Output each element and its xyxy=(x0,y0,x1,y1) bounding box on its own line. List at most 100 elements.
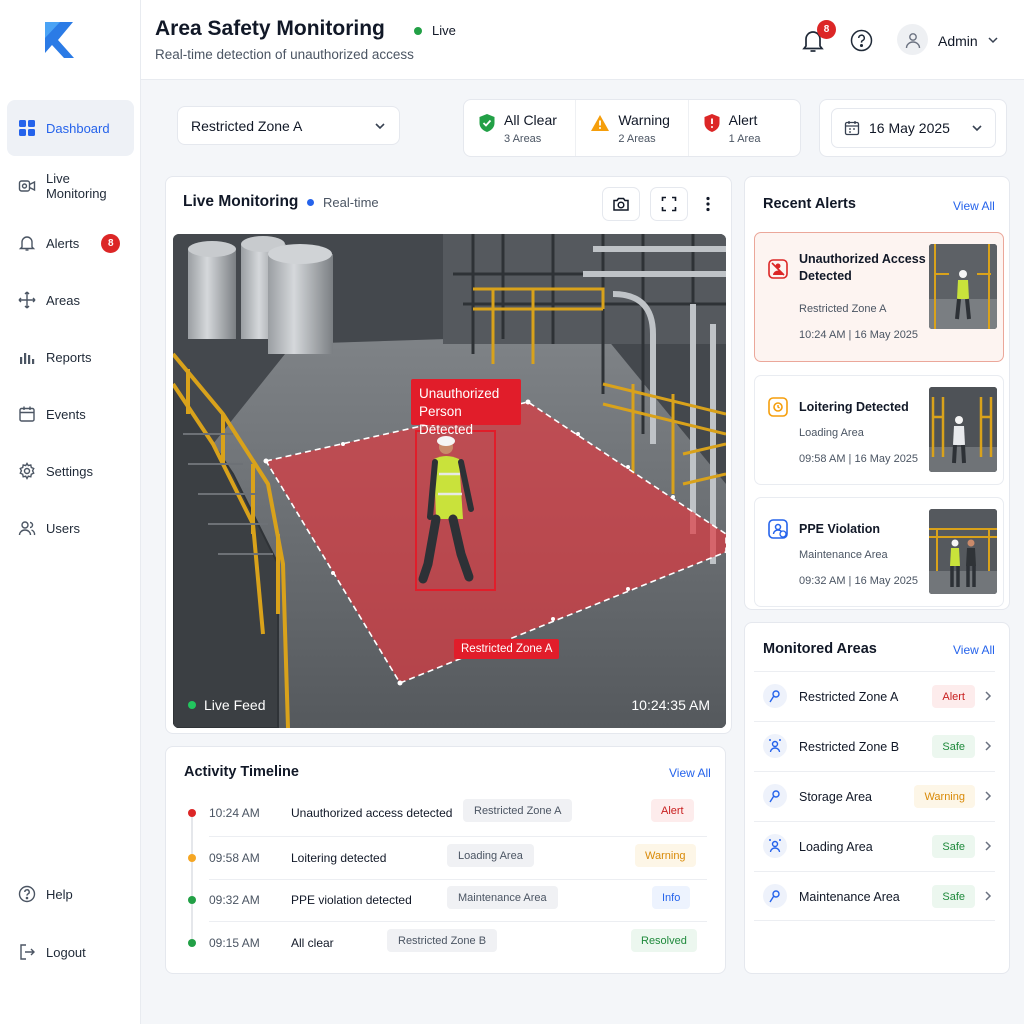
sidebar-item-label: Live Monitoring xyxy=(45,171,107,201)
status-label: Warning xyxy=(618,112,670,128)
chart-icon xyxy=(17,347,37,367)
sidebar-item-users[interactable]: Users xyxy=(7,500,134,556)
timeline-zone-tag: Maintenance Area xyxy=(447,886,558,909)
alerts-view-all-link[interactable]: View All xyxy=(953,199,995,213)
status-alert[interactable]: Alert 1 Area xyxy=(689,100,800,156)
grid-icon xyxy=(17,118,37,138)
timeline-status-badge: Resolved xyxy=(631,929,697,952)
area-name: Restricted Zone B xyxy=(799,740,900,754)
timeline-dot-icon xyxy=(188,854,196,862)
logout-link[interactable]: Logout xyxy=(7,924,134,980)
chevron-down-icon[interactable] xyxy=(987,35,999,45)
realtime-label: Real-time xyxy=(323,195,379,210)
status-count: 3 Areas xyxy=(504,133,542,145)
camera-feed[interactable]: Unauthorized Person Detected Restricted … xyxy=(173,234,726,728)
help-circle-icon xyxy=(17,884,37,904)
status-summary: All Clear 3 Areas Warning 2 Areas Alert 1 A… xyxy=(463,99,801,157)
alert-card[interactable]: Unauthorized Access Detected Restricted … xyxy=(754,232,1004,362)
sidebar-item-dashboard[interactable]: Dashboard xyxy=(7,100,134,156)
snapshot-button[interactable] xyxy=(602,187,640,221)
area-row[interactable]: Maintenance Area Safe xyxy=(754,871,995,921)
notification-count-badge: 8 xyxy=(817,20,836,39)
timeline-event: Loitering detected xyxy=(291,851,387,865)
fullscreen-button[interactable] xyxy=(650,187,688,221)
area-row[interactable]: Storage Area Warning xyxy=(754,771,995,821)
sidebar-item-alerts[interactable]: Alerts 8 xyxy=(7,215,134,271)
alert-thumbnail xyxy=(929,244,997,329)
sidebar-item-settings[interactable]: Settings xyxy=(7,443,134,499)
help-icon[interactable] xyxy=(850,29,873,52)
timeline-status-badge: Alert xyxy=(651,799,694,822)
timeline-event: PPE violation detected xyxy=(291,893,412,907)
top-header: Area Safety Monitoring Live Real-time de… xyxy=(141,0,1024,80)
chevron-down-icon xyxy=(375,122,385,129)
sidebar-item-live-monitoring[interactable]: Live Monitoring xyxy=(7,158,134,214)
timeline-row[interactable]: 09:15 AM All clear Restricted Zone B Res… xyxy=(166,922,727,964)
fullscreen-icon xyxy=(661,196,677,212)
shield-check-icon xyxy=(479,114,495,132)
timeline-zone-tag: Restricted Zone A xyxy=(463,799,573,822)
date-picker[interactable]: 16 May 2025 xyxy=(831,108,996,148)
alert-title: Loitering Detected xyxy=(799,400,909,414)
page-subtitle: Real-time detection of unauthorized acce… xyxy=(155,47,414,62)
alert-card[interactable]: PPE Violation Maintenance Area 09:32 AM … xyxy=(754,497,1004,607)
area-row[interactable]: Restricted Zone A Alert xyxy=(754,671,995,721)
timeline-title: Activity Timeline xyxy=(184,764,299,780)
gear-icon xyxy=(17,461,37,481)
area-location-icon xyxy=(763,684,787,708)
live-label: Live xyxy=(432,23,456,38)
status-warning[interactable]: Warning 2 Areas xyxy=(576,100,689,156)
sidebar: Dashboard Live Monitoring Alerts 8 Areas… xyxy=(0,0,141,1024)
camera-icon xyxy=(613,197,629,211)
alert-title: PPE Violation xyxy=(799,522,881,536)
alert-location: Loading Area xyxy=(799,427,864,439)
status-count: 1 Area xyxy=(728,133,761,145)
more-vertical-icon xyxy=(706,196,710,212)
chevron-right-icon xyxy=(985,691,992,701)
loitering-icon xyxy=(768,397,788,417)
timeline-status-badge: Warning xyxy=(635,844,696,867)
alert-time: 09:32 AM | 16 May 2025 xyxy=(799,575,919,587)
timeline-time: 10:24 AM xyxy=(209,806,260,820)
area-name: Maintenance Area xyxy=(799,890,900,904)
alert-time: 10:24 AM | 16 May 2025 xyxy=(799,329,919,341)
live-monitoring-panel: Live Monitoring Real-time Unauthorized P… xyxy=(165,176,732,734)
sidebar-item-reports[interactable]: Reports xyxy=(7,329,134,385)
zone-select[interactable]: Restricted Zone A xyxy=(177,106,400,145)
alert-thumbnail xyxy=(929,509,997,594)
area-person-icon xyxy=(763,734,787,758)
status-all-clear[interactable]: All Clear 3 Areas xyxy=(464,100,577,156)
alert-card[interactable]: Loitering Detected Loading Area 09:58 AM… xyxy=(754,375,1004,485)
area-row[interactable]: Loading Area Safe xyxy=(754,821,995,871)
alert-location: Restricted Zone A xyxy=(799,303,887,315)
more-options-button[interactable] xyxy=(689,187,727,221)
user-avatar[interactable] xyxy=(897,24,928,55)
warning-triangle-icon xyxy=(591,115,610,131)
user-icon xyxy=(905,32,920,48)
logo-icon xyxy=(45,22,74,58)
detection-label: Unauthorized Person Detected xyxy=(411,379,521,437)
alert-location: Maintenance Area xyxy=(799,549,888,561)
area-status-badge: Safe xyxy=(932,885,975,908)
area-row[interactable]: Restricted Zone B Safe xyxy=(754,721,995,771)
live-feed-label: Live Feed xyxy=(204,697,266,713)
user-name[interactable]: Admin xyxy=(938,33,978,49)
areas-icon xyxy=(17,290,37,310)
users-icon xyxy=(17,518,37,538)
timeline-row[interactable]: 09:58 AM Loitering detected Loading Area… xyxy=(166,837,727,879)
area-location-icon xyxy=(763,884,787,908)
timeline-time: 09:32 AM xyxy=(209,893,260,907)
sidebar-item-events[interactable]: Events xyxy=(7,386,134,442)
areas-view-all-link[interactable]: View All xyxy=(953,643,995,657)
help-link[interactable]: Help xyxy=(7,866,134,922)
date-value: 16 May 2025 xyxy=(869,120,950,136)
timeline-event: All clear xyxy=(291,936,334,950)
unauthorized-person-icon xyxy=(768,259,788,279)
area-name: Storage Area xyxy=(799,790,872,804)
timeline-view-all-link[interactable]: View All xyxy=(669,766,711,780)
realtime-indicator: Real-time xyxy=(307,195,379,210)
sidebar-item-areas[interactable]: Areas xyxy=(7,272,134,328)
timeline-row[interactable]: 09:32 AM PPE violation detected Maintena… xyxy=(166,879,727,921)
timeline-row[interactable]: 10:24 AM Unauthorized access detected Re… xyxy=(166,792,727,834)
alert-title: Unauthorized Access Detected xyxy=(799,252,926,283)
